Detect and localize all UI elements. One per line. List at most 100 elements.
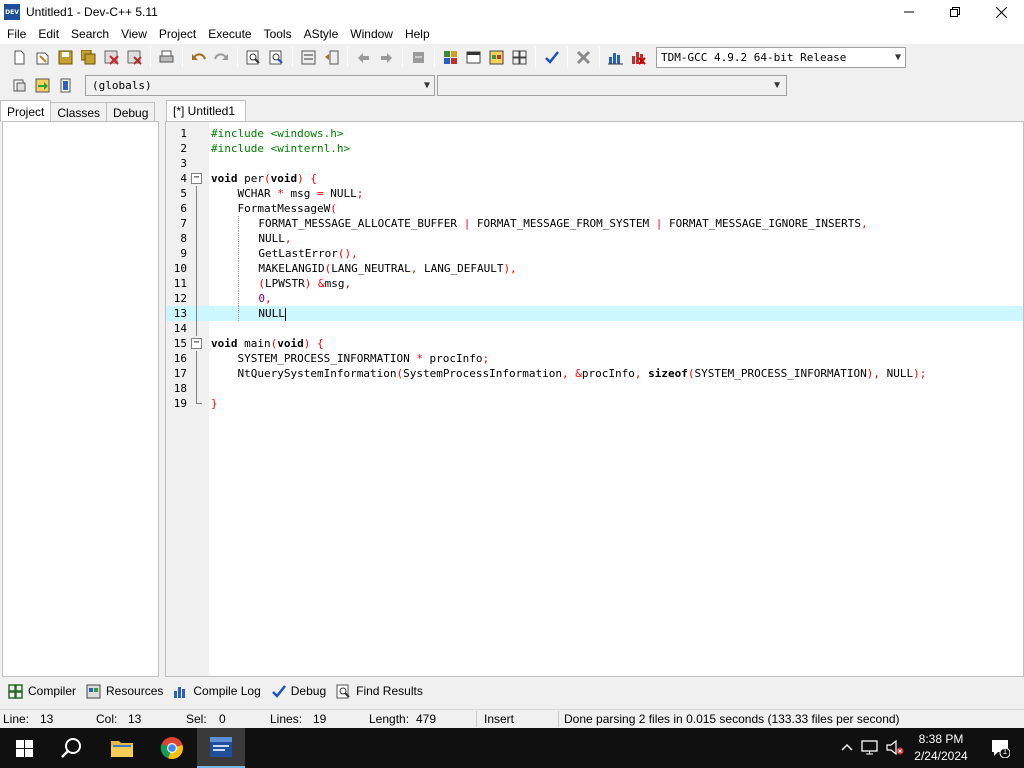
goto-bookmark-button[interactable] bbox=[375, 46, 397, 68]
compiler-select[interactable]: TDM-GCC 4.9.2 64-bit Release ▼ bbox=[656, 46, 906, 68]
close-file-button[interactable] bbox=[100, 46, 122, 68]
chart-button[interactable] bbox=[604, 46, 626, 68]
print-button[interactable] bbox=[155, 46, 177, 68]
restore-icon bbox=[950, 7, 960, 17]
devcpp-app-icon[interactable]: DEV bbox=[4, 4, 20, 20]
menu-view[interactable]: View bbox=[115, 25, 153, 43]
identifier: FORMAT_MESSAGE_IGNORE_INSERTS bbox=[662, 217, 862, 230]
action-center-button[interactable]: 1 bbox=[990, 738, 1011, 761]
start-button[interactable] bbox=[0, 728, 48, 768]
scope-select[interactable]: (globals) ▼ bbox=[85, 74, 435, 96]
identifier: MAKELANGID bbox=[258, 262, 325, 275]
open-file-button[interactable] bbox=[31, 46, 53, 68]
tab-compile-log[interactable]: Compile Log bbox=[169, 680, 266, 702]
stop-x-icon bbox=[576, 50, 590, 64]
taskbar-file-explorer[interactable] bbox=[98, 728, 146, 768]
menu-window[interactable]: Window bbox=[344, 25, 399, 43]
fold-collapse-icon[interactable]: − bbox=[191, 173, 202, 184]
code-editor[interactable]: 1 #include <windows.h> 2 #include <wintern… bbox=[165, 121, 1024, 677]
close-all-button[interactable] bbox=[123, 46, 145, 68]
code-line: 5 WCHAR * msg = NULL; bbox=[166, 186, 1023, 201]
new-file-icon bbox=[14, 50, 24, 64]
new-project-button[interactable] bbox=[439, 46, 461, 68]
status-sel-value: 0 bbox=[219, 712, 226, 726]
close-button[interactable] bbox=[978, 0, 1024, 24]
unindent-button[interactable] bbox=[320, 46, 342, 68]
member-select[interactable]: ▼ bbox=[437, 74, 787, 96]
bookmark-icon bbox=[60, 78, 70, 92]
unindent-icon bbox=[324, 50, 338, 64]
restore-button[interactable] bbox=[932, 0, 978, 24]
goto-line-button[interactable] bbox=[31, 74, 53, 96]
project-browser[interactable] bbox=[2, 121, 159, 677]
tab-find-results[interactable]: Find Results bbox=[332, 680, 429, 702]
code-line: 4− void per(void) { bbox=[166, 171, 1023, 186]
identifier: NtQuerySystemInformation bbox=[237, 367, 397, 380]
menu-search[interactable]: Search bbox=[65, 25, 115, 43]
taskbar-clock[interactable]: 8:38 PM 2/24/2024 bbox=[906, 731, 976, 765]
indent-button[interactable] bbox=[297, 46, 319, 68]
toolbar-separator bbox=[599, 47, 600, 67]
replace-button[interactable] bbox=[265, 46, 287, 68]
tab-classes[interactable]: Classes bbox=[50, 102, 108, 122]
fold-guide bbox=[196, 306, 197, 321]
editor-tab-untitled1[interactable]: [*] Untitled1 bbox=[166, 100, 246, 122]
insert-button[interactable] bbox=[8, 74, 30, 96]
text-caret bbox=[284, 307, 286, 321]
code-text[interactable]: 1 #include <windows.h> 2 #include <wintern… bbox=[166, 126, 1023, 411]
menu-execute[interactable]: Execute bbox=[202, 25, 257, 43]
toggle-bookmark-button[interactable] bbox=[352, 46, 374, 68]
line-number: 8 bbox=[180, 232, 187, 245]
minimize-button[interactable] bbox=[886, 0, 932, 24]
keyword: void bbox=[211, 337, 238, 350]
profile-button[interactable] bbox=[627, 46, 649, 68]
save-button[interactable] bbox=[54, 46, 76, 68]
comment-button[interactable] bbox=[407, 46, 429, 68]
bookmark-button[interactable] bbox=[54, 74, 76, 96]
status-line-label: Line: bbox=[3, 712, 30, 726]
tab-debug-output[interactable]: Debug bbox=[267, 680, 332, 702]
tab-debug[interactable]: Debug bbox=[106, 102, 156, 122]
fold-guide bbox=[196, 366, 197, 381]
new-file-button[interactable] bbox=[8, 46, 30, 68]
close-icon bbox=[995, 6, 1007, 18]
menu-project[interactable]: Project bbox=[153, 25, 202, 43]
chevron-up-icon[interactable] bbox=[841, 740, 853, 754]
stop-button[interactable] bbox=[572, 46, 594, 68]
fold-guide bbox=[196, 186, 197, 201]
menu-astyle[interactable]: AStyle bbox=[298, 25, 345, 43]
search-icon bbox=[61, 738, 81, 758]
undo-icon bbox=[191, 52, 206, 60]
save-all-button[interactable] bbox=[77, 46, 99, 68]
secondary-toolbar: (globals) ▼ ▼ bbox=[0, 71, 1024, 99]
tile-button[interactable] bbox=[508, 46, 530, 68]
taskbar-search-button[interactable] bbox=[48, 728, 96, 768]
identifier: FormatMessageW bbox=[237, 202, 331, 215]
tab-resources[interactable]: Resources bbox=[82, 680, 169, 702]
taskbar-chrome[interactable] bbox=[148, 728, 196, 768]
check-syntax-button[interactable] bbox=[540, 46, 562, 68]
chevron-down-icon: ▼ bbox=[772, 79, 782, 91]
menu-help[interactable]: Help bbox=[399, 25, 436, 43]
code-line: 12 0, bbox=[166, 291, 1023, 306]
volume-muted-icon[interactable] bbox=[886, 740, 904, 755]
find-button[interactable] bbox=[242, 46, 264, 68]
menu-edit[interactable]: Edit bbox=[32, 25, 65, 43]
tab-project[interactable]: Project bbox=[0, 100, 52, 122]
include-directive: #include <windows.h> bbox=[211, 127, 344, 140]
menu-file[interactable]: File bbox=[0, 25, 32, 43]
taskbar-devcpp[interactable] bbox=[197, 728, 245, 768]
undo-button[interactable] bbox=[187, 46, 209, 68]
identifier: main bbox=[237, 337, 271, 350]
fold-guide bbox=[196, 381, 197, 396]
menu-tools[interactable]: Tools bbox=[258, 25, 298, 43]
redo-button[interactable] bbox=[210, 46, 232, 68]
fold-collapse-icon[interactable]: − bbox=[191, 338, 202, 349]
tab-compiler[interactable]: Compiler bbox=[4, 680, 82, 702]
fullscreen-button[interactable] bbox=[462, 46, 484, 68]
resources-button[interactable] bbox=[485, 46, 507, 68]
network-icon[interactable] bbox=[861, 740, 878, 755]
identifier: per bbox=[237, 172, 264, 185]
line-number: 14 bbox=[173, 322, 187, 335]
fold-guide bbox=[196, 231, 197, 246]
